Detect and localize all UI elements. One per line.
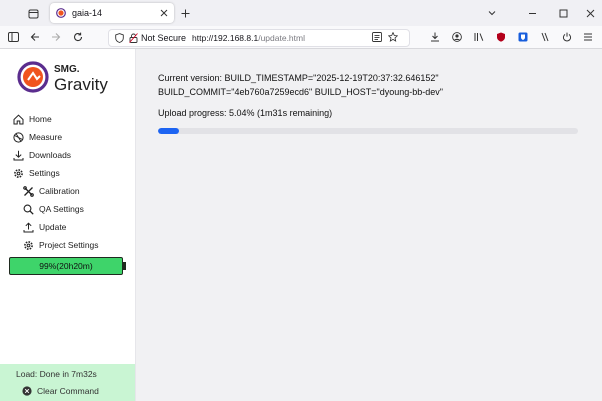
nav-home-label: Home <box>29 114 52 124</box>
reader-icon[interactable] <box>370 26 384 48</box>
url-bar[interactable]: Not Secure http://192.168.8.1/update.htm… <box>108 29 410 47</box>
downloads-icon[interactable] <box>428 26 442 48</box>
nav-measure-label: Measure <box>29 132 63 142</box>
upload-progress-fill <box>158 128 180 134</box>
battery-label: 99%(20h20m) <box>39 261 93 271</box>
forward-icon[interactable] <box>48 26 64 48</box>
nav-home[interactable]: Home <box>12 111 52 127</box>
nav-settings-label: Settings <box>29 168 60 178</box>
account-icon[interactable] <box>450 26 464 48</box>
security-label: Not Secure <box>141 33 187 43</box>
gear-icon <box>12 167 24 179</box>
nav-qa-settings-label: QA Settings <box>39 204 84 214</box>
tools-icon <box>22 185 34 197</box>
logo[interactable]: SMG. Gravity <box>16 59 120 95</box>
version-info: Current version: BUILD_TIMESTAMP="2025-1… <box>158 73 443 97</box>
nav-update[interactable]: Update <box>22 219 66 235</box>
nav-calibration[interactable]: Calibration <box>22 183 80 199</box>
library-icon[interactable] <box>472 26 486 48</box>
back-icon[interactable] <box>27 26 43 48</box>
app-sidebar: SMG. Gravity Home Measure Downloads Sett… <box>0 49 136 401</box>
bitwarden-icon[interactable] <box>516 26 530 48</box>
home-icon <box>12 113 24 125</box>
logo-brand: SMG. <box>54 64 80 75</box>
browser-navbar: Not Secure http://192.168.8.1/update.htm… <box>0 26 602 49</box>
close-window-icon[interactable] <box>578 0 602 26</box>
tab-list-icon[interactable] <box>22 0 44 26</box>
browser-tab[interactable]: gaia-14 <box>50 3 174 23</box>
favicon-icon <box>56 8 66 18</box>
sliders-icon[interactable] <box>538 26 552 48</box>
nav-calibration-label: Calibration <box>39 186 80 196</box>
project-gear-icon <box>22 239 34 251</box>
url-path: /update.html <box>258 33 305 43</box>
measure-icon <box>12 131 24 143</box>
battery-indicator: 99%(20h20m) <box>9 257 123 275</box>
url-host: http://192.168.8.1 <box>192 33 259 43</box>
new-tab-icon[interactable] <box>177 0 193 26</box>
nav-downloads[interactable]: Downloads <box>12 147 71 163</box>
status-footer: Load: Done in 7m32s Clear Command <box>0 364 135 401</box>
clear-command-button[interactable]: Clear Command <box>22 386 99 396</box>
lock-broken-icon[interactable] <box>129 33 138 43</box>
logo-name: Gravity <box>54 75 108 94</box>
load-status: Load: Done in 7m32s <box>16 369 97 379</box>
nav-project-settings[interactable]: Project Settings <box>22 237 99 253</box>
tab-title: gaia-14 <box>72 8 103 18</box>
upload-progress-bar <box>158 128 578 134</box>
power-icon[interactable] <box>560 26 574 48</box>
url-text[interactable]: http://192.168.8.1/update.html <box>192 33 305 43</box>
sidebar-toggle-icon[interactable] <box>5 26 21 48</box>
close-tab-icon[interactable] <box>160 9 168 17</box>
menu-icon[interactable] <box>581 26 595 48</box>
magnifier-icon <box>22 203 34 215</box>
shield-icon[interactable] <box>115 33 124 43</box>
download-icon <box>12 149 24 161</box>
browser-titlebar: gaia-14 <box>0 0 602 27</box>
nav-qa-settings[interactable]: QA Settings <box>22 201 84 217</box>
reload-icon[interactable] <box>70 26 86 48</box>
main-content: Current version: BUILD_TIMESTAMP="2025-1… <box>136 49 602 401</box>
nav-settings[interactable]: Settings <box>12 165 60 181</box>
nav-update-label: Update <box>39 222 67 232</box>
nav-measure[interactable]: Measure <box>12 129 62 145</box>
maximize-icon[interactable] <box>551 0 575 26</box>
nav-project-settings-label: Project Settings <box>39 240 99 250</box>
close-circle-icon <box>22 386 32 396</box>
upload-progress-label: Upload progress: 5.04% (1m31s remaining) <box>158 108 333 118</box>
battery-tip <box>123 262 126 270</box>
clear-command-label: Clear Command <box>37 386 99 396</box>
minimize-icon[interactable] <box>520 0 544 26</box>
nav-downloads-label: Downloads <box>29 150 72 160</box>
tab-overflow-icon[interactable] <box>483 0 501 26</box>
star-icon[interactable] <box>386 26 400 48</box>
upload-icon <box>22 221 34 233</box>
ublock-icon[interactable] <box>494 26 508 48</box>
